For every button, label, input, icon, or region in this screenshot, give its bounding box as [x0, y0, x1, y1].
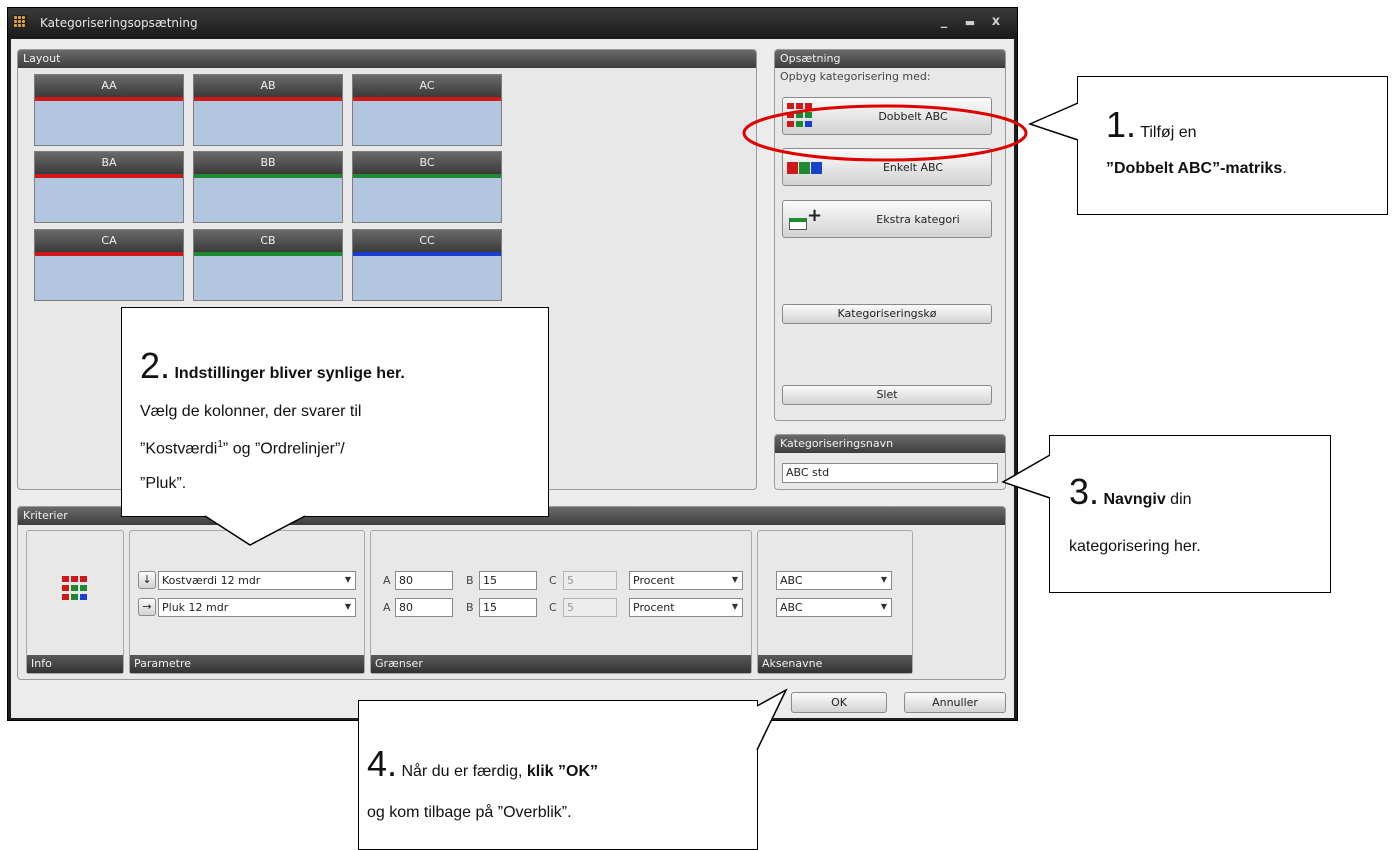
callout-pointers	[204, 102, 1079, 751]
